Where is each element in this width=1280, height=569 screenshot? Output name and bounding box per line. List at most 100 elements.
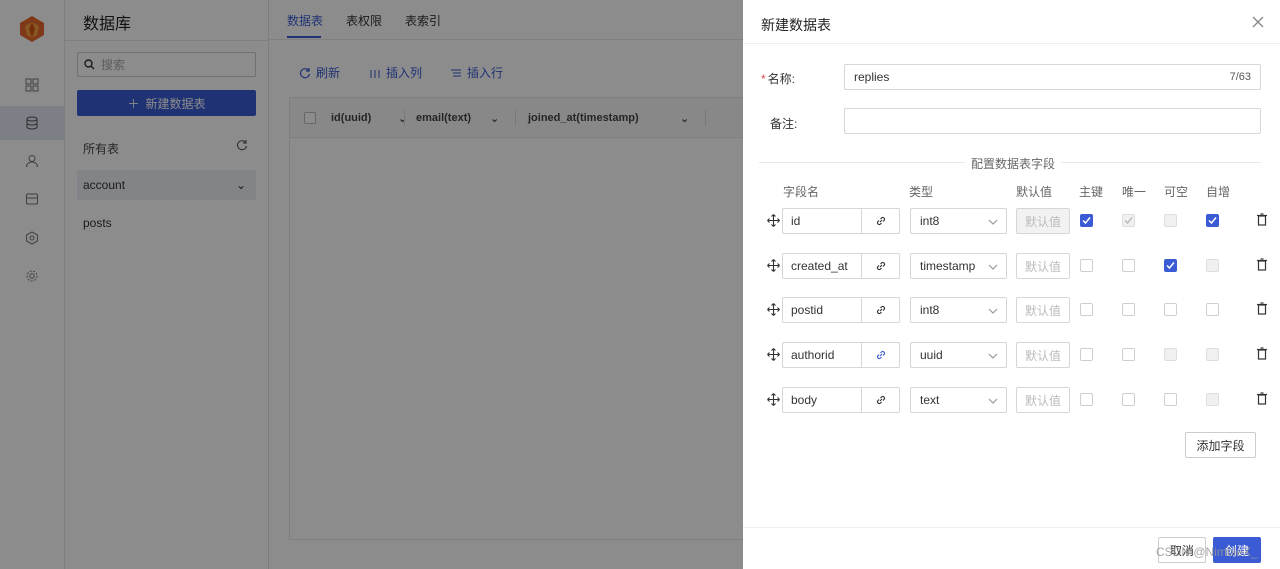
- name-label: * 名称:: [761, 70, 795, 87]
- field-type-select[interactable]: uuid: [910, 342, 1007, 368]
- chevron-down-icon: [988, 398, 998, 404]
- field-row: authorid uuid 默认值: [743, 342, 1280, 368]
- field-type-value: timestamp: [920, 259, 976, 273]
- field-type-value: int8: [920, 214, 940, 228]
- auto-increment-checkbox[interactable]: [1206, 259, 1219, 272]
- close-icon[interactable]: [1251, 15, 1265, 29]
- field-type-value: text: [920, 393, 940, 407]
- field-row: body text 默认值: [743, 387, 1280, 413]
- field-name-value: body: [783, 388, 862, 412]
- checkmark-icon: [1166, 262, 1175, 270]
- chevron-down-icon: [988, 308, 998, 314]
- chevron-down-icon: [988, 264, 998, 270]
- cancel-button[interactable]: 取消: [1158, 537, 1206, 563]
- foreign-key-link-button[interactable]: [862, 254, 899, 278]
- field-name-input[interactable]: id: [782, 208, 900, 234]
- field-row: id int8 默认值: [743, 208, 1280, 234]
- trash-icon[interactable]: [1256, 347, 1268, 360]
- foreign-key-link-button[interactable]: [862, 209, 899, 233]
- header-type: 类型: [909, 185, 934, 199]
- checkmark-icon: [1082, 217, 1091, 225]
- drag-handle-icon[interactable]: [767, 259, 780, 272]
- chevron-down-icon: [988, 353, 998, 359]
- auto-increment-checkbox[interactable]: [1206, 303, 1219, 316]
- default-value-input[interactable]: 默认值: [1016, 342, 1070, 368]
- field-name-value: postid: [783, 298, 862, 322]
- link-icon: [876, 305, 885, 315]
- trash-icon[interactable]: [1256, 392, 1268, 405]
- field-type-select[interactable]: int8: [910, 208, 1007, 234]
- field-type-value: int8: [920, 303, 940, 317]
- header-nullable: 可空: [1164, 185, 1189, 199]
- trash-icon[interactable]: [1256, 213, 1268, 226]
- add-field-button[interactable]: 添加字段: [1185, 432, 1256, 458]
- field-row: created_at timestamp 默认值: [743, 253, 1280, 279]
- default-value-input[interactable]: 默认值: [1016, 387, 1070, 413]
- trash-icon[interactable]: [1256, 258, 1268, 271]
- unique-checkbox[interactable]: [1122, 214, 1135, 227]
- name-label-text: 名称:: [767, 72, 796, 86]
- required-asterisk: *: [761, 72, 766, 86]
- drag-handle-icon[interactable]: [767, 348, 780, 361]
- chevron-down-icon: [988, 219, 998, 225]
- footer-divider: [743, 527, 1280, 528]
- primary-key-checkbox[interactable]: [1080, 393, 1093, 406]
- drawer-divider: [743, 43, 1280, 44]
- link-icon: [876, 350, 885, 360]
- auto-increment-checkbox[interactable]: [1206, 348, 1219, 361]
- fields-section-title: 配置数据表字段: [965, 155, 1062, 172]
- drag-handle-icon[interactable]: [767, 393, 780, 406]
- nullable-checkbox[interactable]: [1164, 393, 1177, 406]
- checkmark-icon: [1208, 217, 1217, 225]
- field-name-input[interactable]: authorid: [782, 342, 900, 368]
- unique-checkbox[interactable]: [1122, 259, 1135, 272]
- default-value-input[interactable]: 默认值: [1016, 253, 1070, 279]
- link-icon: [876, 216, 885, 226]
- table-name-input[interactable]: replies 7/63: [844, 64, 1261, 90]
- auto-increment-checkbox[interactable]: [1206, 393, 1219, 406]
- default-value-input[interactable]: 默认值: [1016, 297, 1070, 323]
- nullable-checkbox[interactable]: [1164, 214, 1177, 227]
- field-name-input[interactable]: postid: [782, 297, 900, 323]
- header-primary-key: 主键: [1079, 185, 1104, 199]
- new-table-drawer: 新建数据表 * 名称: replies 7/63 备注: 配置数据表字段 字段名 …: [743, 0, 1280, 569]
- nullable-checkbox[interactable]: [1164, 348, 1177, 361]
- table-name-value: replies: [854, 70, 890, 84]
- primary-key-checkbox[interactable]: [1080, 259, 1093, 272]
- header-field-name: 字段名: [783, 185, 820, 199]
- remark-label: 备注:: [770, 117, 798, 131]
- trash-icon[interactable]: [1256, 302, 1268, 315]
- field-name-input[interactable]: body: [782, 387, 900, 413]
- field-type-select[interactable]: timestamp: [910, 253, 1007, 279]
- foreign-key-link-button[interactable]: [862, 388, 899, 412]
- field-name-value: id: [783, 209, 862, 233]
- header-unique: 唯一: [1122, 185, 1147, 199]
- nullable-checkbox[interactable]: [1164, 303, 1177, 316]
- unique-checkbox[interactable]: [1122, 393, 1135, 406]
- default-value-input[interactable]: 默认值: [1016, 208, 1070, 234]
- unique-checkbox[interactable]: [1122, 348, 1135, 361]
- remark-input[interactable]: [844, 108, 1261, 134]
- field-name-value: authorid: [783, 343, 862, 367]
- link-icon: [876, 261, 885, 271]
- field-type-select[interactable]: text: [910, 387, 1007, 413]
- auto-increment-checkbox[interactable]: [1206, 214, 1219, 227]
- create-button[interactable]: 创建: [1213, 537, 1261, 563]
- field-type-select[interactable]: int8: [910, 297, 1007, 323]
- header-auto-increment: 自增: [1206, 185, 1231, 199]
- primary-key-checkbox[interactable]: [1080, 348, 1093, 361]
- primary-key-checkbox[interactable]: [1080, 214, 1093, 227]
- checkmark-icon: [1124, 217, 1133, 225]
- drawer-title: 新建数据表: [761, 17, 831, 33]
- drag-handle-icon[interactable]: [767, 214, 780, 227]
- foreign-key-link-button[interactable]: [862, 298, 899, 322]
- primary-key-checkbox[interactable]: [1080, 303, 1093, 316]
- field-type-value: uuid: [920, 348, 943, 362]
- modal-overlay[interactable]: [0, 0, 743, 569]
- foreign-key-link-button[interactable]: [862, 343, 899, 367]
- unique-checkbox[interactable]: [1122, 303, 1135, 316]
- nullable-checkbox[interactable]: [1164, 259, 1177, 272]
- drag-handle-icon[interactable]: [767, 303, 780, 316]
- field-name-value: created_at: [783, 254, 862, 278]
- field-name-input[interactable]: created_at: [782, 253, 900, 279]
